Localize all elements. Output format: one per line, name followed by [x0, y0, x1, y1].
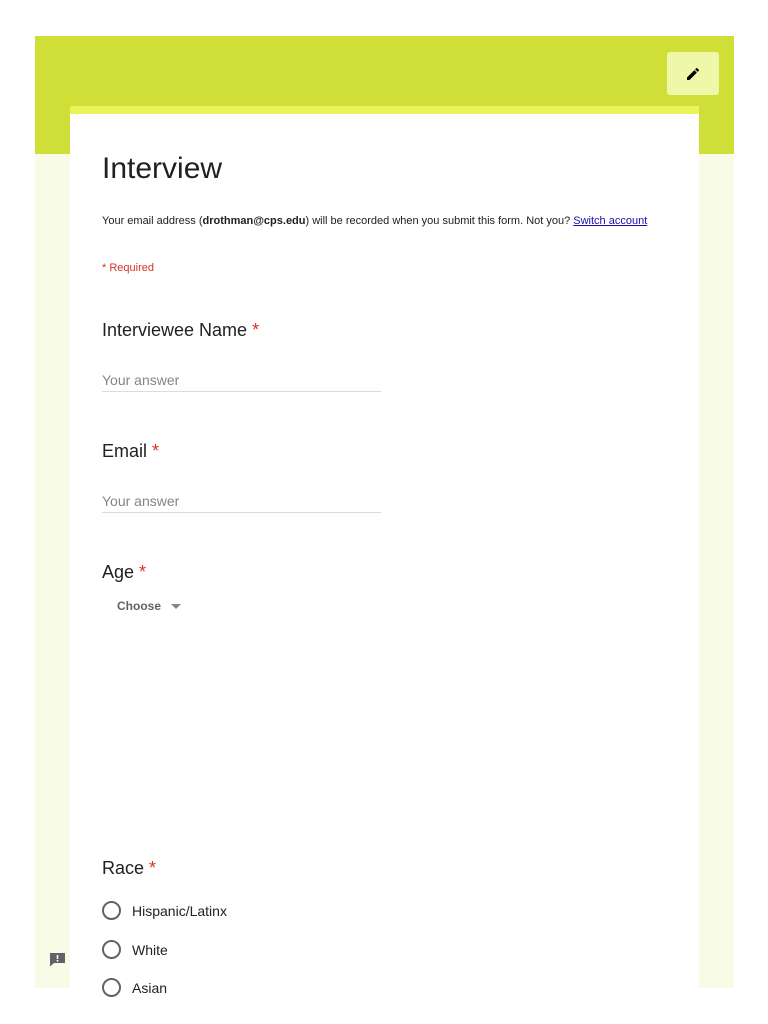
edit-button[interactable]	[667, 52, 719, 95]
user-email: drothman@cps.edu	[202, 215, 306, 227]
email-notice-suffix: ) will be recorded when you submit this …	[305, 215, 574, 227]
form-title: Interview	[102, 152, 223, 185]
switch-account-link[interactable]: Switch account	[573, 215, 647, 227]
form-card: Interview Your email address (drothman@c…	[70, 106, 699, 997]
required-asterisk: *	[149, 858, 157, 878]
required-asterisk: *	[252, 320, 260, 340]
question-label-text: Interviewee Name	[102, 320, 248, 340]
report-feedback-icon[interactable]	[49, 952, 66, 967]
radio-option-label: Asian	[132, 979, 168, 996]
radio-option-label: White	[132, 941, 168, 958]
age-dropdown-value: Choose	[117, 599, 162, 613]
interviewee-name-input[interactable]	[102, 368, 381, 392]
question-age-label: Age *	[102, 562, 146, 583]
radio-button-icon[interactable]	[102, 978, 121, 997]
question-label-text: Email	[102, 441, 148, 461]
question-race-label: Race *	[102, 858, 156, 879]
email-input[interactable]	[102, 489, 381, 513]
question-email-label: Email *	[102, 441, 159, 462]
race-option-hispanic-latinx[interactable]: Hispanic/Latinx	[102, 901, 227, 920]
dropdown-arrow-icon	[171, 603, 182, 609]
age-dropdown[interactable]: Choose	[117, 599, 182, 613]
required-asterisk: *	[152, 441, 160, 461]
question-label-text: Age	[102, 562, 135, 582]
radio-option-label: Hispanic/Latinx	[132, 902, 227, 919]
race-option-white[interactable]: White	[102, 940, 168, 959]
race-option-asian[interactable]: Asian	[102, 978, 167, 997]
question-interviewee-name-label: Interviewee Name *	[102, 320, 259, 341]
email-notice-prefix: Your email address (	[102, 215, 203, 227]
radio-button-icon[interactable]	[102, 901, 121, 920]
pencil-icon	[687, 67, 700, 80]
question-label-text: Race	[102, 858, 145, 878]
required-note: * Required	[102, 262, 154, 274]
required-asterisk: *	[139, 562, 147, 582]
radio-button-icon[interactable]	[102, 940, 121, 959]
email-notice: Your email address (drothman@cps.edu) wi…	[102, 214, 667, 228]
